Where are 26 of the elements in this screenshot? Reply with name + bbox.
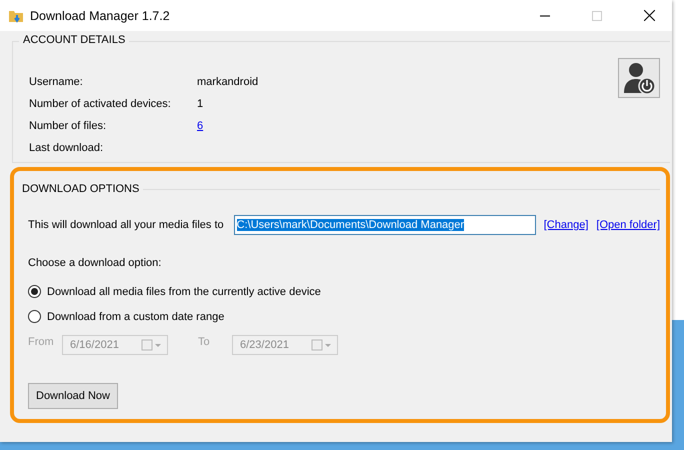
radio-button[interactable]	[28, 285, 41, 298]
field-label: Number of files:	[29, 120, 108, 132]
from-label: From	[28, 336, 55, 348]
radio-label[interactable]: Download all media files from the currently active device	[47, 286, 321, 298]
to-label: To	[198, 336, 211, 348]
user-logout-button[interactable]	[618, 58, 660, 98]
group-heading: DOWNLOAD OPTIONS	[22, 183, 140, 195]
files-count-link[interactable]: 6	[197, 120, 204, 132]
window-title: Download Manager 1.7.2	[30, 8, 171, 22]
radio-button[interactable]	[28, 310, 41, 323]
group-heading: ACCOUNT DETAILS	[19, 34, 130, 46]
folder-path-field[interactable]: C:\Users\mark\Documents\Download Manager	[234, 215, 536, 235]
field-value: markandroid	[197, 76, 260, 88]
user-power-icon	[622, 61, 656, 95]
field-label: Number of activated devices:	[29, 98, 172, 110]
radio-label[interactable]: Download from a custom date range	[47, 310, 224, 322]
maximize-icon	[592, 10, 602, 20]
folder-link[interactable]: [Open folder]	[596, 219, 660, 231]
field-label: Last download:	[29, 142, 104, 154]
download-now-button[interactable]: Download Now	[28, 383, 118, 409]
folder-link[interactable]: [Change]	[544, 219, 588, 231]
option-prompt: Choose a download option:	[28, 257, 162, 269]
path-label: This will download all your media files to	[28, 219, 224, 231]
close-icon	[644, 10, 654, 21]
field-value: 1	[197, 98, 204, 110]
field-label: Username:	[29, 76, 84, 88]
